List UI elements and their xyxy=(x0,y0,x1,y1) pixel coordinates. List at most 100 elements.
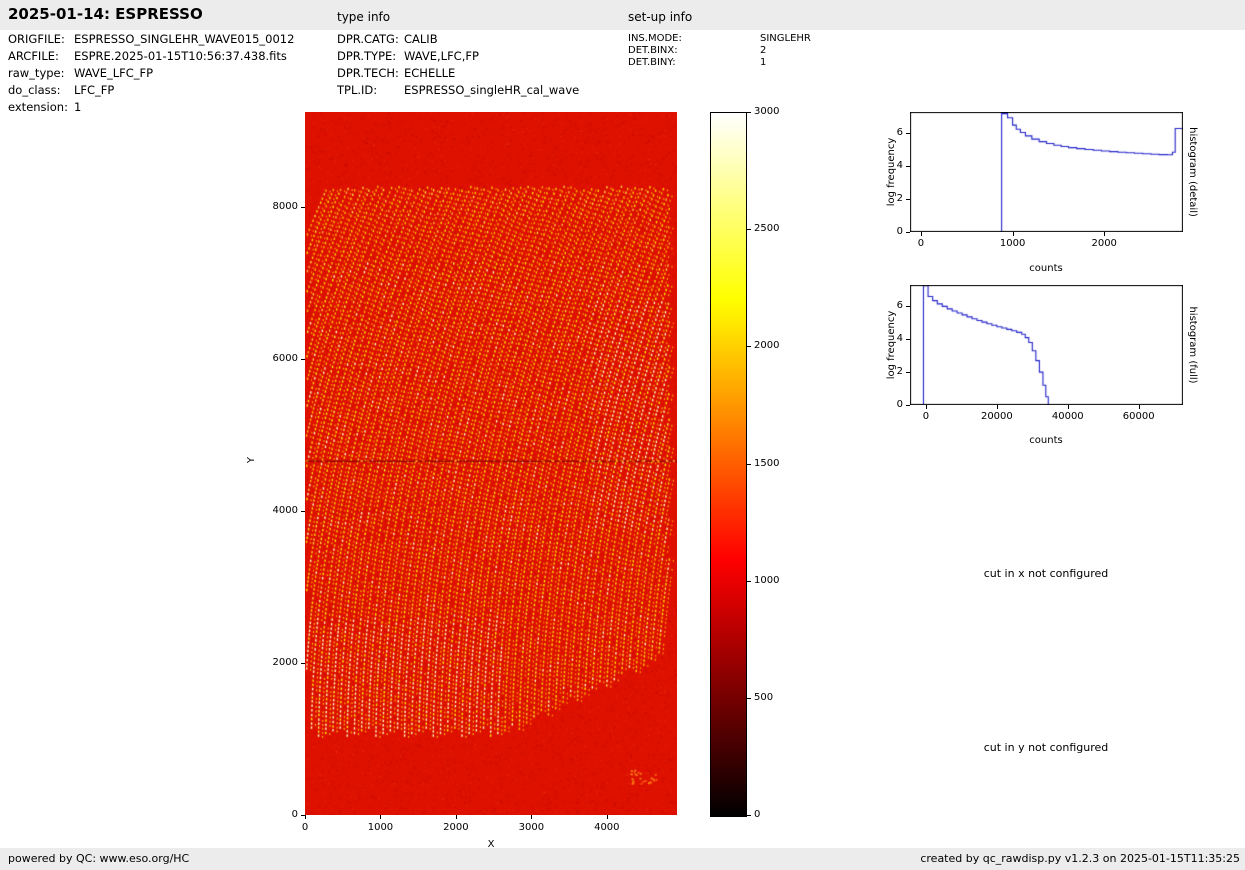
field-label: INS.MODE: xyxy=(628,33,682,44)
y-tick-label: 2 xyxy=(896,193,903,205)
colorbar-tick-mark xyxy=(747,346,751,348)
field-label: DET.BINY: xyxy=(628,57,676,68)
y-tick-label: 8000 xyxy=(272,200,298,212)
field-value: 1 xyxy=(760,57,767,68)
histogram-detail-plot xyxy=(910,112,1183,232)
raw-detector-image xyxy=(305,112,677,815)
histogram-detail-xlabel: counts xyxy=(1029,263,1063,274)
setup-info-heading: set-up info xyxy=(628,10,693,24)
y-tick-label: 2000 xyxy=(272,656,298,668)
histogram-full-plot xyxy=(910,285,1183,405)
field-value: LFC_FP xyxy=(74,83,115,97)
y-tick-label: 4 xyxy=(896,333,903,345)
setup-info-row: DET.BINY: 1 xyxy=(628,57,811,69)
field-value: 2 xyxy=(760,45,767,56)
x-tick-mark xyxy=(1067,405,1069,409)
x-tick-label: 0 xyxy=(917,238,925,249)
field-value: ECHELLE xyxy=(404,66,456,80)
cut-y-message: cut in y not configured xyxy=(983,741,1109,754)
qc-report-page: { "header": { "title": "2025-01-14: ESPR… xyxy=(0,0,1245,870)
field-value: 1 xyxy=(74,100,82,114)
colorbar-tick-mark xyxy=(747,112,751,113)
y-tick-mark xyxy=(906,232,910,233)
x-tick-mark xyxy=(455,815,457,819)
y-tick-mark xyxy=(301,358,305,360)
field-label: DPR.TYPE: xyxy=(337,49,397,63)
x-tick-label: 4000 xyxy=(594,822,620,833)
x-tick-label: 0 xyxy=(301,822,309,833)
field-value: SINGLEHR xyxy=(760,33,811,44)
header-bar: 2025-01-14: ESPRESSO type info set-up in… xyxy=(0,0,1245,30)
colorbar-tick-label: 2000 xyxy=(754,340,780,352)
y-tick-mark xyxy=(906,199,910,201)
y-tick-mark xyxy=(301,815,305,816)
field-label: TPL.ID: xyxy=(337,83,378,97)
x-tick-mark xyxy=(1012,232,1014,236)
field-label: DPR.TECH: xyxy=(337,66,399,80)
type-info-row: DPR.TECH: ECHELLE xyxy=(337,65,579,82)
x-tick-mark xyxy=(1104,232,1106,236)
field-label: ORIGFILE: xyxy=(8,32,65,46)
y-tick-mark xyxy=(301,206,305,208)
field-value: WAVE_LFC_FP xyxy=(74,66,154,80)
y-tick-mark xyxy=(906,405,910,406)
x-tick-mark xyxy=(925,405,927,409)
x-tick-mark xyxy=(1138,405,1140,409)
file-info-row: extension: 1 xyxy=(8,99,294,116)
field-label: do_class: xyxy=(8,83,61,97)
colorbar-tick-mark xyxy=(747,463,751,465)
field-label: DPR.CATG: xyxy=(337,32,399,46)
x-tick-label: 0 xyxy=(922,411,930,422)
x-tick-label: 2000 xyxy=(1091,238,1117,249)
x-tick-label: 1000 xyxy=(367,822,394,833)
x-tick-mark xyxy=(920,232,922,236)
colorbar-tick-label: 1000 xyxy=(754,574,780,586)
histogram-full-title: histogram (full) xyxy=(1187,306,1198,384)
file-info-row: do_class: LFC_FP xyxy=(8,82,294,99)
colorbar-tick-mark xyxy=(747,580,751,582)
y-tick-label: 0 xyxy=(291,809,298,820)
y-tick-label: 6 xyxy=(896,300,903,312)
x-tick-label: 60000 xyxy=(1122,411,1155,422)
field-value: ESPRESSO_singleHR_cal_wave xyxy=(404,83,580,97)
x-tick-label: 40000 xyxy=(1051,411,1084,422)
file-info-row: ARCFILE: ESPRE.2025-01-15T10:56:37.438.fi… xyxy=(8,48,294,65)
footer-bar: powered by QC: www.eso.org/HC created by… xyxy=(0,848,1245,870)
type-info-block: DPR.CATG: CALIB DPR.TYPE: WAVE,LFC,FP DPR.… xyxy=(337,31,579,99)
x-tick-label: 20000 xyxy=(980,411,1013,422)
y-tick-label: 4 xyxy=(896,160,903,172)
type-info-row: DPR.CATG: CALIB xyxy=(337,31,579,48)
y-tick-mark xyxy=(906,306,910,308)
y-tick-label: 6 xyxy=(896,127,903,139)
footer-right-text: created by qc_rawdisp.py v1.2.3 on 2025-… xyxy=(920,852,1240,865)
colorbar-tick-mark xyxy=(747,697,751,699)
x-tick-mark xyxy=(305,815,306,819)
field-value: ESPRESSO_SINGLEHR_WAVE015_0012 xyxy=(74,32,295,46)
file-info-row: ORIGFILE: ESPRESSO_SINGLEHR_WAVE015_0012 xyxy=(8,31,294,48)
footer-left-text: powered by QC: www.eso.org/HC xyxy=(8,852,190,865)
type-info-row: DPR.TYPE: WAVE,LFC,FP xyxy=(337,48,579,65)
type-info-heading: type info xyxy=(337,10,391,24)
y-tick-label: 2 xyxy=(896,366,903,378)
field-label: ARCFILE: xyxy=(8,49,59,63)
cut-x-message: cut in x not configured xyxy=(983,567,1109,580)
file-info-row: raw_type: WAVE_LFC_FP xyxy=(8,65,294,82)
y-tick-label: 4000 xyxy=(272,504,298,516)
y-tick-label: 0 xyxy=(896,399,903,410)
field-label: extension: xyxy=(8,100,68,114)
field-value: WAVE,LFC,FP xyxy=(404,49,479,63)
colorbar-tick-mark xyxy=(747,815,751,816)
field-value: CALIB xyxy=(404,32,438,46)
x-tick-label: 3000 xyxy=(518,822,545,833)
y-tick-mark xyxy=(906,166,910,168)
colorbar xyxy=(710,112,747,817)
colorbar-tick-label: 0 xyxy=(754,809,761,820)
setup-info-block: INS.MODE: SINGLEHR DET.BINX: 2 DET.BINY: 1 xyxy=(628,33,811,69)
file-info-block: ORIGFILE: ESPRESSO_SINGLEHR_WAVE015_0012 … xyxy=(8,31,294,116)
histogram-detail-title: histogram (detail) xyxy=(1187,127,1198,217)
setup-info-row: INS.MODE: SINGLEHR xyxy=(628,33,811,45)
setup-info-row: DET.BINX: 2 xyxy=(628,45,811,57)
y-tick-label: 0 xyxy=(896,226,903,237)
y-tick-mark xyxy=(301,662,305,664)
x-tick-mark xyxy=(606,815,608,819)
